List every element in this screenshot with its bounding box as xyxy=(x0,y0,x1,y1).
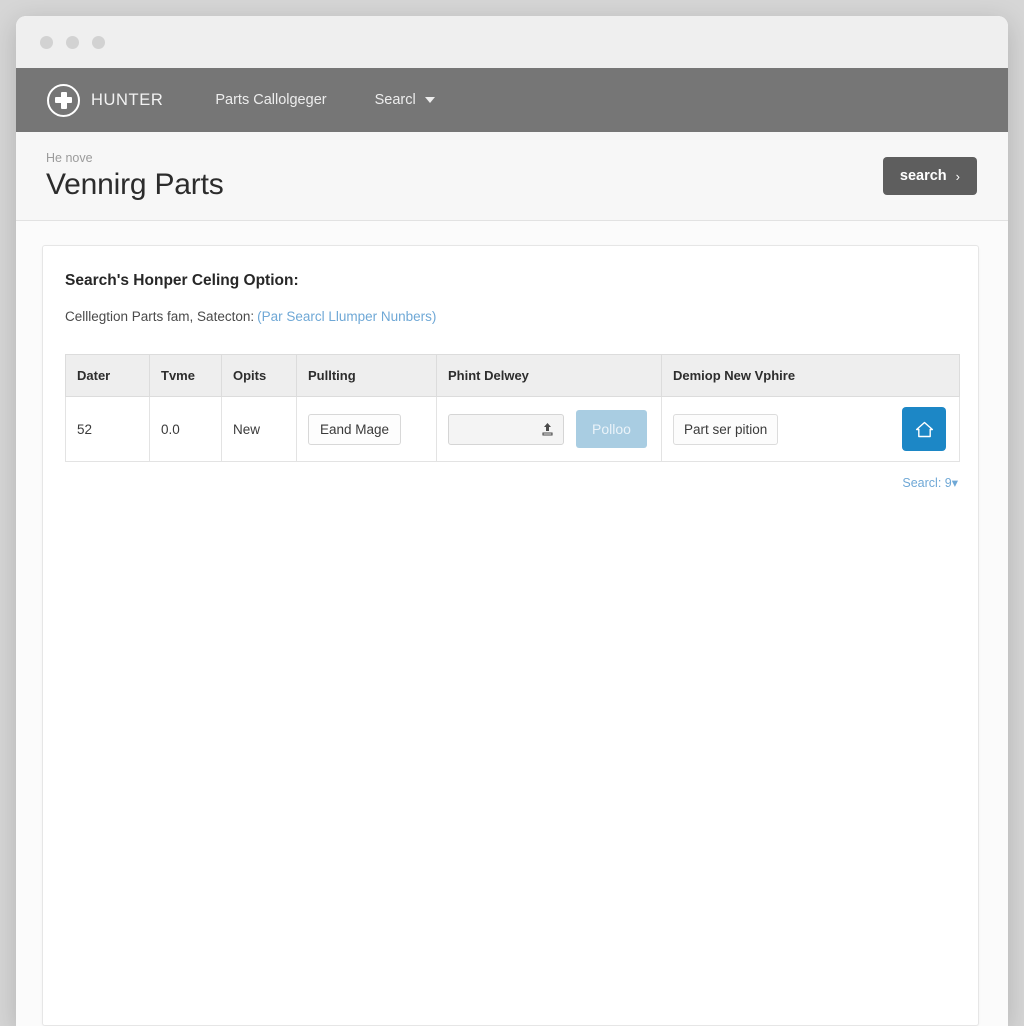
cell-opits: New xyxy=(221,396,297,462)
browser-titlebar xyxy=(16,16,1008,68)
home-button[interactable] xyxy=(902,407,946,451)
cell-demiop-new-vphire: Part ser pition xyxy=(661,396,960,462)
polloo-button[interactable]: Polloo xyxy=(576,410,647,448)
table-footer: Searcl: 9▾ xyxy=(65,462,960,490)
card-title: Search's Honper Celing Option: xyxy=(65,272,299,289)
parts-table: Dater Tvme Opits Pullting Phint Delwey D… xyxy=(65,354,960,462)
table-header-row: Dater Tvme Opits Pullting Phint Delwey D… xyxy=(65,354,960,397)
breadcrumb[interactable]: He nove xyxy=(46,151,224,165)
main-content: Search's Honper Celing Option: Celllegti… xyxy=(16,221,1008,1026)
cell-phint-delwey: Polloo xyxy=(436,396,662,462)
card-subtitle: Celllegtion Parts fam, Satecton: (Par Sea… xyxy=(65,309,960,324)
nav-item-parts-catalog[interactable]: Parts Callolgeger xyxy=(215,92,326,108)
cell-tvme: 0.0 xyxy=(149,396,222,462)
column-header-phint-delwey[interactable]: Phint Delwey xyxy=(436,354,662,397)
column-header-demiop-new-vphire[interactable]: Demiop New Vphire xyxy=(661,354,960,397)
column-header-dater[interactable]: Dater xyxy=(65,354,150,397)
top-navbar: HUNTER Parts Callolgeger Searcl xyxy=(16,68,1008,132)
column-header-pullting[interactable]: Pullting xyxy=(296,354,437,397)
page-header: He nove Vennirg Parts search › xyxy=(16,132,1008,221)
upload-icon xyxy=(542,423,553,436)
chevron-down-icon xyxy=(424,97,435,103)
column-header-opits[interactable]: Opits xyxy=(221,354,297,397)
part-search-numbers-link[interactable]: (Par Searcl Llumper Nunbers) xyxy=(257,309,436,324)
search-button-label: search xyxy=(899,168,947,184)
parts-table-head: Dater Tvme Opits Pullting Phint Delwey D… xyxy=(65,354,960,397)
phint-delwey-controls: Polloo xyxy=(448,410,650,448)
table-row: 52 0.0 New Eand Mage Polloo Part ser pit… xyxy=(65,396,960,462)
search-button[interactable]: search › xyxy=(882,157,977,195)
close-dot[interactable] xyxy=(40,35,53,49)
cell-pullting: Eand Mage xyxy=(296,396,437,462)
part-description-box[interactable]: Part ser pition xyxy=(673,413,779,445)
page-title: Vennirg Parts xyxy=(46,167,224,201)
brand-name: HUNTER xyxy=(91,90,164,109)
home-icon xyxy=(915,421,933,437)
file-upload-input[interactable] xyxy=(448,413,564,445)
parts-table-body: 52 0.0 New Eand Mage Polloo Part ser pit… xyxy=(65,396,960,462)
browser-window: HUNTER Parts Callolgeger Searcl He nove … xyxy=(16,16,1008,1026)
eand-mage-button[interactable]: Eand Mage xyxy=(308,413,402,445)
demiop-controls: Part ser pition xyxy=(673,407,948,451)
brand[interactable]: HUNTER xyxy=(47,83,164,117)
column-header-tvme[interactable]: Tvme xyxy=(149,354,222,397)
search-options-card: Search's Honper Celing Option: Celllegti… xyxy=(42,245,979,1026)
chevron-right-icon: › xyxy=(955,168,960,184)
nav-item-search[interactable]: Searcl xyxy=(375,92,435,108)
card-subtitle-text: Celllegtion Parts fam, Satecton: xyxy=(65,309,255,324)
cell-dater: 52 xyxy=(65,396,150,462)
nav-item-search-label: Searcl xyxy=(374,92,416,108)
page-header-text: He nove Vennirg Parts xyxy=(46,151,224,202)
plus-circle-logo-icon xyxy=(47,83,80,117)
maximize-dot[interactable] xyxy=(92,35,105,49)
search-count-link[interactable]: Searcl: 9▾ xyxy=(902,475,958,490)
minimize-dot[interactable] xyxy=(66,35,79,49)
